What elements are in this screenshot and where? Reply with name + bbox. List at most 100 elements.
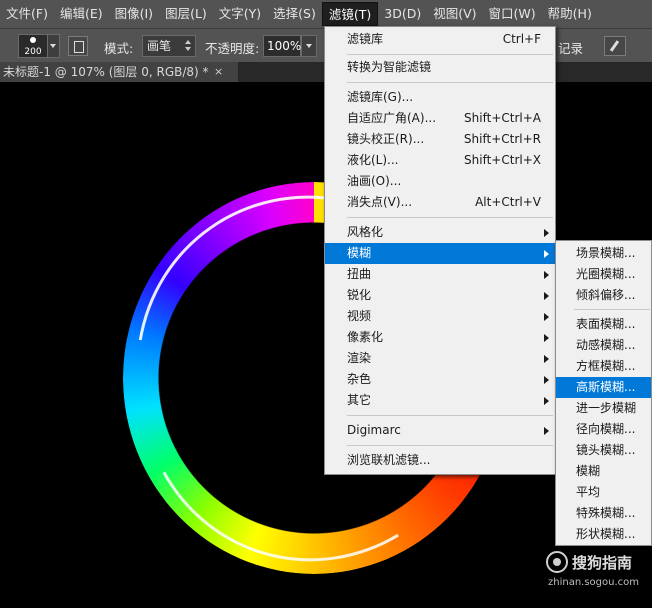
- menu-item-label: 杂色: [347, 372, 372, 386]
- menu-item-label: 视频: [347, 309, 372, 323]
- blur-item-blur-more[interactable]: 进一步模糊: [556, 398, 651, 419]
- close-icon[interactable]: ×: [214, 62, 223, 82]
- blur-item-surface[interactable]: 表面模糊...: [556, 314, 651, 335]
- filter-item-video[interactable]: 视频: [325, 306, 555, 327]
- blur-item-box[interactable]: 方框模糊...: [556, 356, 651, 377]
- filter-item-other[interactable]: 其它: [325, 390, 555, 411]
- blur-item-average[interactable]: 平均: [556, 482, 651, 503]
- menu-window[interactable]: 窗口(W): [483, 2, 542, 26]
- filter-item-distort[interactable]: 扭曲: [325, 264, 555, 285]
- menu-file[interactable]: 文件(F): [0, 2, 54, 26]
- submenu-arrow-icon: [544, 334, 549, 342]
- filter-item-pixelate[interactable]: 像素化: [325, 327, 555, 348]
- menu-separator: [347, 217, 553, 218]
- mode-select[interactable]: 画笔: [142, 35, 196, 57]
- menu-edit[interactable]: 编辑(E): [54, 2, 109, 26]
- opacity-input[interactable]: 100%: [263, 35, 301, 57]
- submenu-arrow-icon: [544, 250, 549, 258]
- menu-layer[interactable]: 图层(L): [159, 2, 213, 26]
- submenu-arrow-icon: [544, 355, 549, 363]
- mode-value: 画笔: [147, 39, 172, 53]
- blur-item-lens[interactable]: 镜头模糊...: [556, 440, 651, 461]
- filter-item-sharpen[interactable]: 锐化: [325, 285, 555, 306]
- menu-item-label: 转换为智能滤镜: [347, 60, 432, 74]
- menu-view[interactable]: 视图(V): [427, 2, 482, 26]
- filter-item-noise[interactable]: 杂色: [325, 369, 555, 390]
- brush-panel-toggle-icon[interactable]: [68, 36, 88, 56]
- submenu-arrow-icon: [544, 397, 549, 405]
- blur-item-tilt-shift[interactable]: 倾斜偏移...: [556, 285, 651, 306]
- menu-item-label: 风格化: [347, 225, 384, 239]
- menu-separator: [347, 415, 553, 416]
- blur-item-shape[interactable]: 形状模糊...: [556, 524, 651, 545]
- menu-item-label: 消失点(V)...: [347, 195, 413, 209]
- menu-type[interactable]: 文字(Y): [213, 2, 267, 26]
- menu-3d[interactable]: 3D(D): [378, 2, 427, 26]
- menu-item-label: 扭曲: [347, 267, 372, 281]
- menu-item-shortcut: Shift+Ctrl+R: [463, 132, 541, 146]
- brush-size: 200: [24, 47, 42, 57]
- watermark-name: 搜狗指南: [572, 554, 633, 572]
- filter-item-lens-correction[interactable]: 镜头校正(R)... Shift+Ctrl+R: [325, 129, 555, 150]
- submenu-arrow-icon: [544, 313, 549, 321]
- menu-item-shortcut: Ctrl+F: [502, 32, 541, 46]
- brush-dropdown-button[interactable]: [48, 34, 60, 58]
- menu-item-label: 自适应广角(A)...: [347, 111, 437, 125]
- submenu-arrow-icon: [544, 271, 549, 279]
- menu-separator: [574, 309, 650, 310]
- opacity-label: 不透明度:: [205, 41, 260, 56]
- opacity-dropdown-button[interactable]: [301, 35, 317, 57]
- menu-bar: 文件(F) 编辑(E) 图像(I) 图层(L) 文字(Y) 选择(S) 滤镜(T…: [0, 0, 652, 28]
- submenu-arrow-icon: [544, 376, 549, 384]
- filter-item-stylize[interactable]: 风格化: [325, 222, 555, 243]
- menu-item-label: 浏览联机滤镜...: [347, 453, 431, 467]
- filter-item-blur[interactable]: 模糊: [325, 243, 555, 264]
- menu-item-label: 液化(L)...: [347, 153, 399, 167]
- brush-tip-icon: [30, 37, 36, 43]
- menu-item-label: 模糊: [347, 246, 372, 260]
- menu-item-label: 其它: [347, 393, 372, 407]
- filter-item-adaptive-wide-angle[interactable]: 自适应广角(A)... Shift+Ctrl+A: [325, 108, 555, 129]
- blur-submenu: 场景模糊... 光圈模糊... 倾斜偏移... 表面模糊... 动感模糊... …: [555, 240, 652, 546]
- menu-help[interactable]: 帮助(H): [542, 2, 598, 26]
- watermark-url: zhinan.sogou.com: [548, 577, 640, 588]
- document-tab[interactable]: 未标题-1 @ 107% (图层 0, RGB/8) * ×: [0, 62, 238, 82]
- filter-item-render[interactable]: 渲染: [325, 348, 555, 369]
- filter-item-convert-smart[interactable]: 转换为智能滤镜: [325, 57, 555, 78]
- filter-item-filter-gallery-last[interactable]: 滤镜库 Ctrl+F: [325, 29, 555, 50]
- menu-item-label: 滤镜库(G)...: [347, 90, 414, 104]
- menu-select[interactable]: 选择(S): [267, 2, 322, 26]
- filter-item-browse-online[interactable]: 浏览联机滤镜...: [325, 450, 555, 471]
- filter-item-filter-gallery[interactable]: 滤镜库(G)...: [325, 87, 555, 108]
- chevron-updown-icon: [185, 39, 192, 53]
- submenu-arrow-icon: [544, 427, 549, 435]
- menu-separator: [347, 54, 553, 55]
- submenu-arrow-icon: [544, 292, 549, 300]
- menu-item-shortcut: Shift+Ctrl+A: [464, 111, 541, 125]
- menu-item-label: Digimarc: [347, 423, 401, 437]
- filter-item-liquify[interactable]: 液化(L)... Shift+Ctrl+X: [325, 150, 555, 171]
- filter-item-oil-paint[interactable]: 油画(O)...: [325, 171, 555, 192]
- mode-label: 模式:: [104, 41, 134, 56]
- airbrush-icon[interactable]: [604, 36, 626, 56]
- document-tab-title: 未标题-1 @ 107% (图层 0, RGB/8) *: [3, 65, 209, 79]
- menu-image[interactable]: 图像(I): [109, 2, 159, 26]
- menu-item-label: 像素化: [347, 330, 384, 344]
- blur-item-blur[interactable]: 模糊: [556, 461, 651, 482]
- menu-item-label: 镜头校正(R)...: [347, 132, 425, 146]
- blur-item-gaussian[interactable]: 高斯模糊...: [556, 377, 651, 398]
- menu-separator: [347, 82, 553, 83]
- blur-item-field[interactable]: 场景模糊...: [556, 243, 651, 264]
- blur-item-smart[interactable]: 特殊模糊...: [556, 503, 651, 524]
- menu-item-label: 渲染: [347, 351, 372, 365]
- filter-menu: 滤镜库 Ctrl+F 转换为智能滤镜 滤镜库(G)... 自适应广角(A)... S…: [324, 26, 556, 475]
- blur-item-radial[interactable]: 径向模糊...: [556, 419, 651, 440]
- filter-item-vanishing-point[interactable]: 消失点(V)... Alt+Ctrl+V: [325, 192, 555, 213]
- brush-preset-picker[interactable]: 200: [18, 34, 48, 58]
- menu-item-shortcut: Shift+Ctrl+X: [464, 153, 541, 167]
- blur-item-motion[interactable]: 动感模糊...: [556, 335, 651, 356]
- filter-item-digimarc[interactable]: Digimarc: [325, 420, 555, 441]
- menu-filter[interactable]: 滤镜(T): [321, 2, 379, 26]
- blur-item-iris[interactable]: 光圈模糊...: [556, 264, 651, 285]
- menu-item-label: 滤镜库: [347, 32, 384, 46]
